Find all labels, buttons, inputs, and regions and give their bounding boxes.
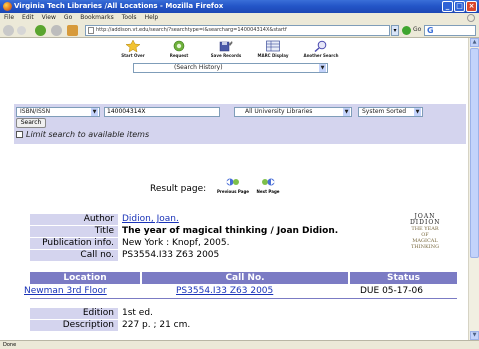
status-header: Status	[350, 272, 457, 284]
result-page-label: Result page:	[150, 184, 207, 194]
window-controls: _ □ ×	[442, 1, 477, 12]
chevron-down-icon: ▼	[414, 108, 421, 116]
search-query-input[interactable]: 140004314X	[104, 107, 220, 117]
limit-available-label: Limit search to available items	[26, 130, 150, 139]
save-records-icon	[219, 41, 233, 52]
menu-go[interactable]: Go	[64, 13, 72, 23]
next-page-label: Next Page	[256, 189, 280, 194]
window-title: Virginia Tech Libraries /All Locations -…	[14, 2, 224, 10]
scroll-up-icon[interactable]: ▲	[470, 38, 479, 47]
go-arrow-icon[interactable]	[402, 26, 411, 35]
search-type-select[interactable]: ISBN/ISSN ▼	[16, 107, 100, 117]
another-search-label: Another Search	[303, 53, 339, 58]
publication-value: New York : Knopf, 2005.	[122, 238, 230, 248]
search-panel: ISBN/ISSN ▼ 140004314X All University Li…	[14, 104, 466, 144]
back-arrow-icon[interactable]	[3, 25, 14, 36]
limit-available-option[interactable]: Limit search to available items	[16, 130, 149, 139]
search-scope-value: All University Libraries	[245, 108, 313, 115]
menu-file[interactable]: File	[4, 13, 14, 23]
search-scope-select[interactable]: All University Libraries ▼	[234, 107, 352, 117]
vertical-scrollbar[interactable]: ▲ ▼	[468, 38, 479, 340]
call-number-label: Call no.	[30, 250, 118, 261]
chevron-down-icon: ▼	[319, 64, 326, 72]
description-label: Description	[30, 320, 118, 331]
chevron-down-icon: ▼	[343, 108, 350, 116]
home-icon[interactable]	[67, 25, 78, 36]
save-records-button[interactable]: Save Records	[208, 40, 244, 58]
page-icon	[88, 27, 94, 34]
url-dropdown-button[interactable]: ▾	[391, 25, 399, 36]
marc-display-label: MARC Display	[257, 53, 289, 58]
url-bar[interactable]: http://addison.vt.edu/search/?searchtype…	[85, 25, 390, 36]
previous-arrow-icon	[226, 178, 239, 186]
menu-view[interactable]: View	[42, 13, 56, 23]
marc-display-button[interactable]: MARC Display	[255, 40, 291, 58]
maximize-button[interactable]: □	[454, 1, 465, 12]
holding-location-link[interactable]: Newman 3rd Floor	[24, 285, 107, 297]
search-history-value: (Search History)	[174, 64, 223, 71]
description-value: 227 p. ; 21 cm.	[122, 320, 191, 330]
menu-tools[interactable]: Tools	[122, 13, 137, 23]
author-link[interactable]: Didion, Joan.	[122, 214, 179, 225]
scroll-down-icon[interactable]: ▼	[470, 331, 479, 340]
sort-value: System Sorted	[362, 108, 407, 115]
stop-icon[interactable]	[51, 25, 62, 36]
book-cover-image: JOAN DIDION THE YEAR OF MAGICAL THINKING	[410, 212, 440, 250]
request-button[interactable]: Request	[161, 40, 197, 58]
call-number-value: PS3554.I33 Z63 2005	[122, 250, 220, 260]
scrollbar-thumb[interactable]	[470, 48, 479, 258]
next-arrow-icon	[262, 178, 275, 186]
request-icon	[173, 40, 185, 52]
window-titlebar: Virginia Tech Libraries /All Locations -…	[0, 0, 479, 13]
another-search-button[interactable]: Another Search	[303, 40, 339, 58]
go-label[interactable]: Go	[413, 26, 421, 33]
callno-header: Call No.	[142, 272, 348, 284]
sort-select[interactable]: System Sorted ▼	[358, 107, 423, 117]
status-text: Done	[3, 342, 17, 348]
author-label: Author	[30, 214, 118, 225]
minimize-button[interactable]: _	[442, 1, 453, 12]
menu-bar: File Edit View Go Bookmarks Tools Help	[0, 13, 479, 23]
table-divider	[30, 298, 457, 299]
url-text: http://addison.vt.edu/search/?searchtype…	[96, 27, 287, 33]
search-history-select[interactable]: (Search History) ▼	[133, 63, 328, 73]
title-label: Title	[30, 226, 118, 237]
search-button[interactable]: Search	[16, 118, 46, 128]
location-header: Location	[30, 272, 140, 284]
start-over-button[interactable]: Start Over	[115, 40, 151, 58]
status-bar: Done	[0, 340, 479, 349]
web-search-box[interactable]: G	[424, 25, 476, 36]
start-over-label: Start Over	[121, 53, 145, 58]
cover-title: THE YEAR OF MAGICAL THINKING	[410, 226, 440, 250]
throbber-icon	[467, 14, 475, 22]
previous-page-label: Previous Page	[216, 189, 250, 194]
menu-help[interactable]: Help	[145, 13, 159, 23]
navigation-toolbar: http://addison.vt.edu/search/?searchtype…	[0, 23, 479, 38]
holding-callno-link[interactable]: PS3554.I33 Z63 2005	[176, 285, 273, 297]
reload-icon[interactable]	[35, 25, 46, 36]
forward-arrow-icon[interactable]	[17, 26, 26, 35]
publication-label: Publication info.	[30, 238, 118, 249]
close-button[interactable]: ×	[466, 1, 477, 12]
menu-bookmarks[interactable]: Bookmarks	[80, 13, 114, 23]
chevron-down-icon: ▼	[91, 108, 98, 116]
holding-status: DUE 05-17-06	[360, 286, 423, 296]
title-value: The year of magical thinking / Joan Didi…	[122, 226, 339, 236]
star-icon	[126, 40, 140, 52]
search-type-value: ISBN/ISSN	[20, 108, 51, 115]
magnifier-icon	[314, 40, 327, 52]
limit-available-checkbox[interactable]	[16, 131, 23, 138]
google-icon: G	[427, 26, 434, 35]
edition-label: Edition	[30, 308, 118, 319]
save-records-label: Save Records	[210, 53, 242, 58]
previous-page-button[interactable]: Previous Page	[216, 177, 250, 194]
edition-value: 1st ed.	[122, 308, 153, 318]
request-label: Request	[169, 53, 189, 58]
next-page-button[interactable]: Next Page	[251, 177, 285, 194]
marc-display-icon	[266, 40, 280, 52]
page-content: Start Over Request Save Records MARC Dis…	[0, 38, 468, 340]
firefox-icon	[3, 2, 12, 11]
menu-edit[interactable]: Edit	[22, 13, 34, 23]
